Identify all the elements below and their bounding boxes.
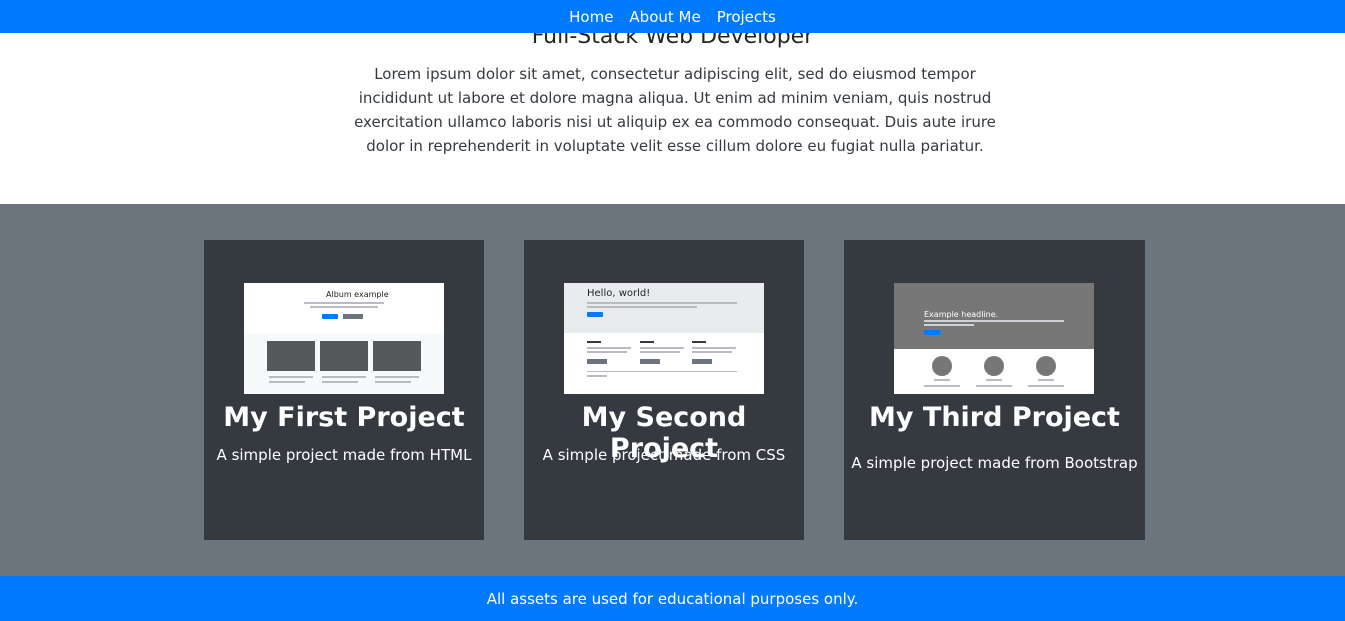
project-thumbnail-album: Album example <box>244 277 444 394</box>
footer-text: All assets are used for educational purp… <box>486 589 859 608</box>
project-title: My First Project <box>223 402 465 433</box>
nav-about-link[interactable]: About Me <box>629 8 700 26</box>
project-card-second[interactable]: Hello, world! My Second Project A simple… <box>524 240 804 540</box>
project-thumbnail-jumbotron: Hello, world! <box>564 277 764 394</box>
project-description: A simple project made from Bootstrap <box>851 454 1138 472</box>
hero-description: Lorem ipsum dolor sit amet, consectetur … <box>354 65 996 155</box>
page-footer: All assets are used for educational purp… <box>0 576 1345 621</box>
projects-section: Album example My First Project A simple … <box>0 204 1345 576</box>
project-title: My Third Project <box>869 402 1120 433</box>
project-description: A simple project made from HTML <box>216 446 472 464</box>
project-card-third[interactable]: Example headline. My Third Project A sim… <box>844 240 1145 540</box>
nav-home-link[interactable]: Home <box>569 8 613 26</box>
nav-projects-link[interactable]: Projects <box>717 8 776 26</box>
project-thumbnail-carousel: Example headline. <box>894 277 1094 394</box>
project-description: A simple project made from CSS <box>542 446 786 464</box>
project-card-first[interactable]: Album example My First Project A simple … <box>204 240 484 540</box>
top-navbar: Home About Me Projects <box>0 0 1345 33</box>
